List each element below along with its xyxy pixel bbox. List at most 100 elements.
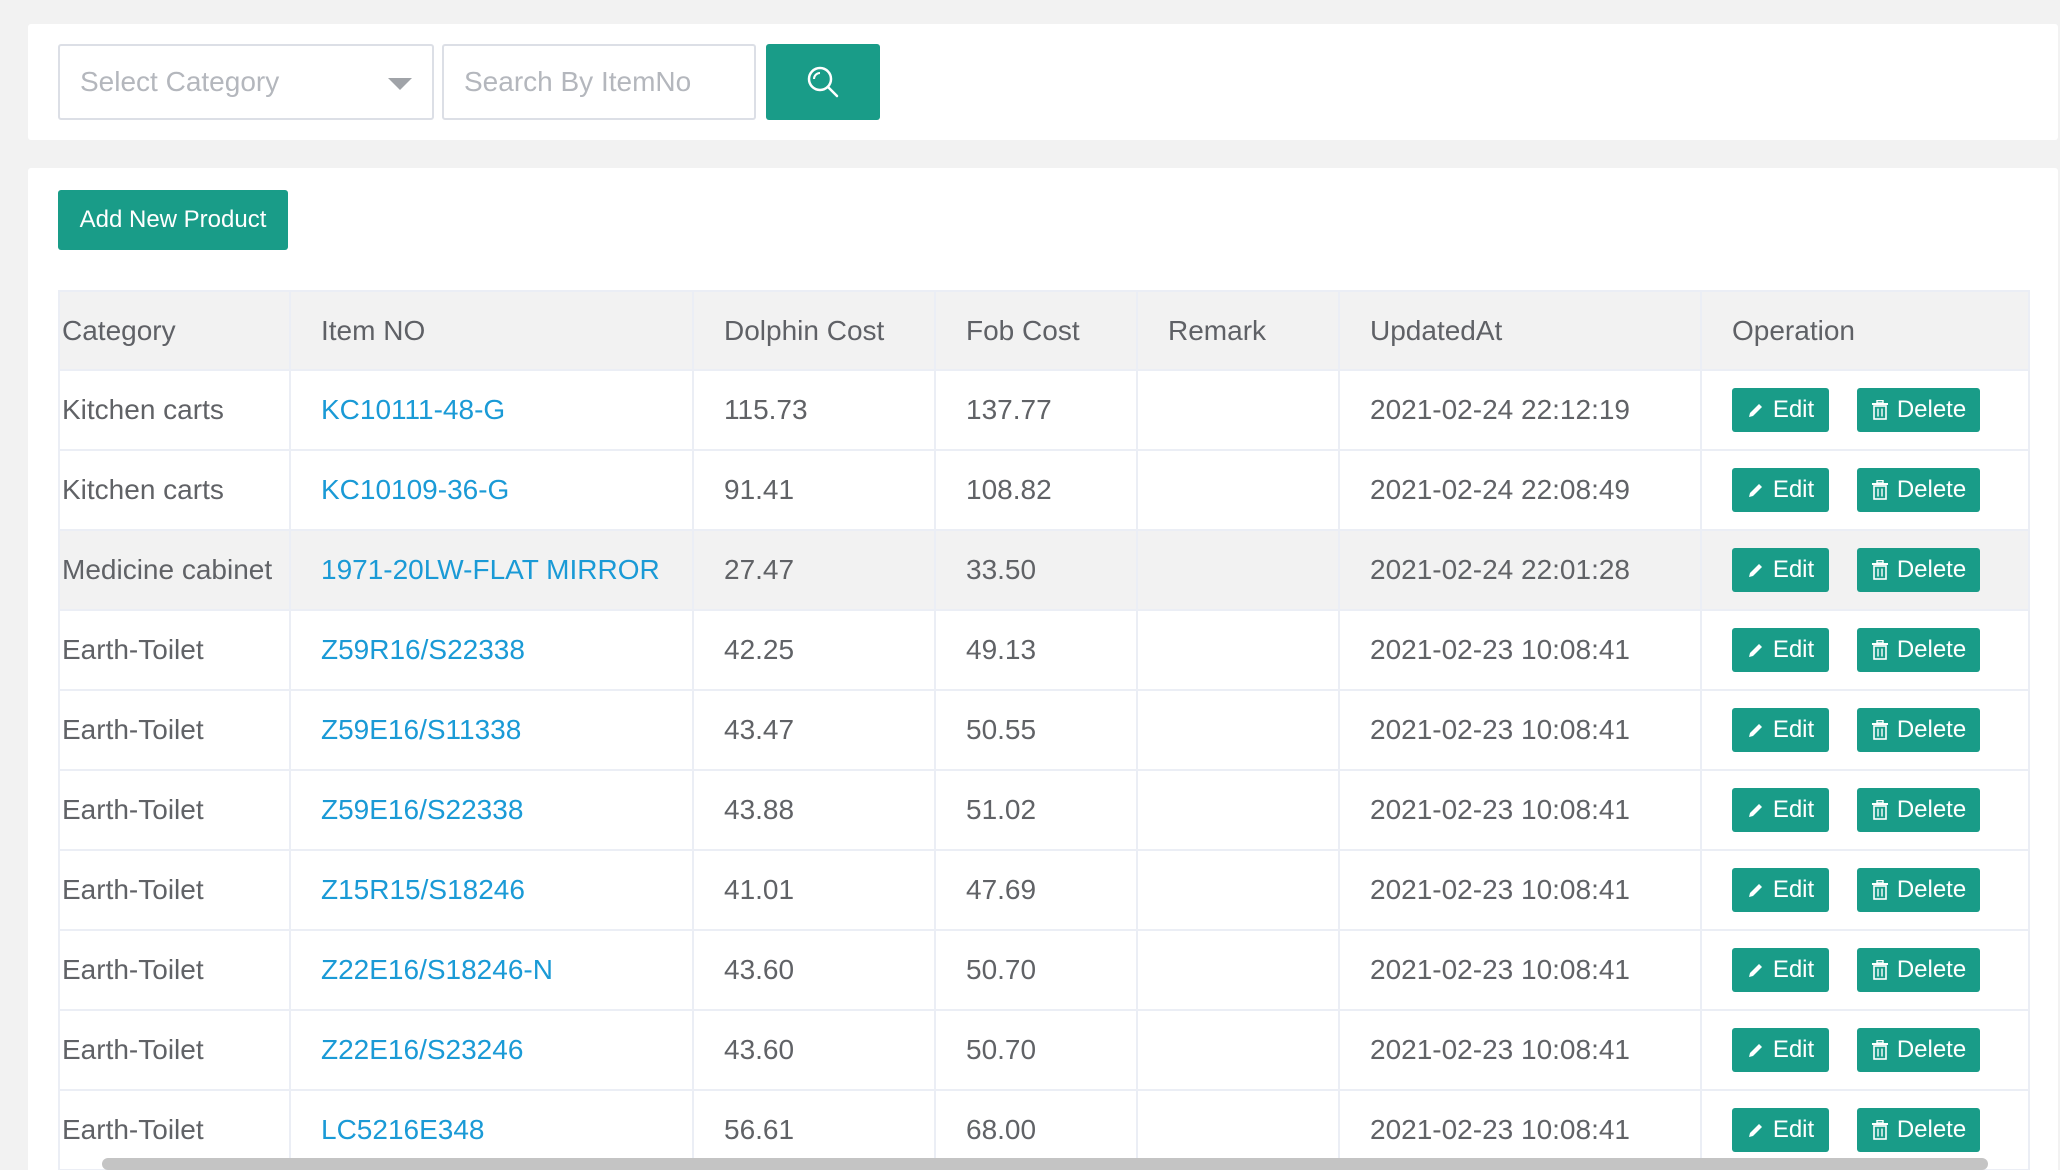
cell-updated-at: 2021-02-24 22:12:19 (1339, 370, 1702, 451)
item-no-link[interactable]: KC10111-48-G (321, 394, 505, 425)
delete-button[interactable]: Delete (1857, 868, 1980, 912)
edit-button[interactable]: Edit (1732, 1028, 1829, 1072)
cell-operation: Edit Delete (1701, 770, 2028, 851)
col-header-operation: Operation (1701, 292, 2028, 371)
delete-label: Delete (1896, 636, 1967, 663)
item-no-link[interactable]: Z15R15/S18246 (321, 874, 525, 905)
item-no-link[interactable]: Z59R16/S22338 (321, 634, 525, 665)
delete-label: Delete (1896, 796, 1967, 823)
trash-icon (1871, 960, 1889, 980)
search-button[interactable] (766, 44, 880, 120)
edit-button[interactable]: Edit (1732, 468, 1829, 512)
delete-button[interactable]: Delete (1857, 468, 1980, 512)
pencil-icon (1747, 641, 1765, 659)
edit-button[interactable]: Edit (1732, 628, 1829, 672)
table-row: Earth-Toilet Z22E16/S18246-N 43.60 50.70… (60, 930, 2028, 1011)
edit-button[interactable]: Edit (1732, 1108, 1829, 1152)
cell-remark (1137, 610, 1340, 691)
col-header-dolphin-cost: Dolphin Cost (693, 292, 936, 371)
cell-fob-cost: 47.69 (935, 850, 1138, 931)
cell-category: Earth-Toilet (60, 930, 291, 1011)
cell-remark (1137, 930, 1340, 1011)
cell-category: Earth-Toilet (60, 610, 291, 691)
cell-item-no: KC10111-48-G (290, 370, 694, 451)
cell-operation: Edit Delete (1701, 690, 2028, 771)
cell-dolphin-cost: 42.25 (693, 610, 936, 691)
pencil-icon (1747, 721, 1765, 739)
cell-fob-cost: 51.02 (935, 770, 1138, 851)
pencil-icon (1747, 1041, 1765, 1059)
edit-button[interactable]: Edit (1732, 868, 1829, 912)
add-new-product-button[interactable]: Add New Product (58, 190, 288, 250)
item-no-link[interactable]: Z22E16/S18246-N (321, 954, 553, 985)
cell-operation: Edit Delete (1701, 450, 2028, 531)
cell-operation: Edit Delete (1701, 610, 2028, 691)
edit-button[interactable]: Edit (1732, 388, 1829, 432)
delete-button[interactable]: Delete (1857, 628, 1980, 672)
cell-updated-at: 2021-02-24 22:01:28 (1339, 530, 1702, 611)
cell-remark (1137, 1010, 1340, 1091)
pencil-icon (1747, 561, 1765, 579)
delete-label: Delete (1896, 396, 1967, 423)
cell-operation: Edit Delete (1701, 850, 2028, 931)
item-no-link[interactable]: Z22E16/S23246 (321, 1034, 523, 1065)
delete-button[interactable]: Delete (1857, 708, 1980, 752)
pencil-icon (1747, 481, 1765, 499)
cell-item-no: Z59E16/S22338 (290, 770, 694, 851)
item-no-link[interactable]: Z59E16/S22338 (321, 794, 523, 825)
delete-button[interactable]: Delete (1857, 788, 1980, 832)
delete-label: Delete (1896, 1116, 1967, 1143)
edit-button[interactable]: Edit (1732, 548, 1829, 592)
cell-updated-at: 2021-02-23 10:08:41 (1339, 850, 1702, 931)
trash-icon (1871, 640, 1889, 660)
table-row: Earth-Toilet Z59R16/S22338 42.25 49.13 2… (60, 610, 2028, 691)
pencil-icon (1747, 801, 1765, 819)
trash-icon (1871, 1120, 1889, 1140)
cell-operation: Edit Delete (1701, 370, 2028, 451)
delete-button[interactable]: Delete (1857, 1108, 1980, 1152)
edit-button[interactable]: Edit (1732, 788, 1829, 832)
delete-button[interactable]: Delete (1857, 948, 1980, 992)
delete-button[interactable]: Delete (1857, 1028, 1980, 1072)
horizontal-scrollbar[interactable] (102, 1158, 1988, 1170)
edit-label: Edit (1772, 1116, 1815, 1143)
edit-label: Edit (1772, 556, 1815, 583)
cell-remark (1137, 530, 1340, 611)
item-search-input[interactable] (442, 44, 756, 120)
category-select[interactable]: Select Category (58, 44, 434, 120)
edit-button[interactable]: Edit (1732, 708, 1829, 752)
product-table-scroll[interactable]: Category Item NO Dolphin Cost Fob Cost R… (58, 290, 2030, 1170)
delete-label: Delete (1896, 876, 1967, 903)
trash-icon (1871, 720, 1889, 740)
trash-icon (1871, 560, 1889, 580)
delete-button[interactable]: Delete (1857, 548, 1980, 592)
delete-button[interactable]: Delete (1857, 388, 1980, 432)
product-table: Category Item NO Dolphin Cost Fob Cost R… (60, 292, 2028, 1170)
item-no-link[interactable]: Z59E16/S11338 (321, 714, 521, 745)
cell-dolphin-cost: 43.60 (693, 1010, 936, 1091)
item-no-link[interactable]: 1971-20LW-FLAT MIRROR (321, 554, 660, 585)
item-no-link[interactable]: KC10109-36-G (321, 474, 509, 505)
search-icon (806, 65, 840, 99)
cell-remark (1137, 370, 1340, 451)
trash-icon (1871, 800, 1889, 820)
trash-icon (1871, 400, 1889, 420)
col-header-remark: Remark (1137, 292, 1340, 371)
edit-label: Edit (1772, 716, 1815, 743)
cell-remark (1137, 770, 1340, 851)
cell-updated-at: 2021-02-23 10:08:41 (1339, 1010, 1702, 1091)
delete-label: Delete (1896, 556, 1967, 583)
search-panel: Select Category (28, 24, 2058, 140)
edit-button[interactable]: Edit (1732, 948, 1829, 992)
cell-category: Earth-Toilet (60, 850, 291, 931)
col-header-item-no: Item NO (290, 292, 694, 371)
col-header-updated-at: UpdatedAt (1339, 292, 1702, 371)
delete-label: Delete (1896, 1036, 1967, 1063)
table-header-row: Category Item NO Dolphin Cost Fob Cost R… (60, 292, 2028, 371)
category-select-placeholder: Select Category (80, 66, 280, 97)
item-no-link[interactable]: LC5216E348 (321, 1114, 484, 1145)
cell-item-no: Z59R16/S22338 (290, 610, 694, 691)
cell-item-no: 1971-20LW-FLAT MIRROR (290, 530, 694, 611)
cell-category: Kitchen carts (60, 370, 291, 451)
pencil-icon (1747, 401, 1765, 419)
